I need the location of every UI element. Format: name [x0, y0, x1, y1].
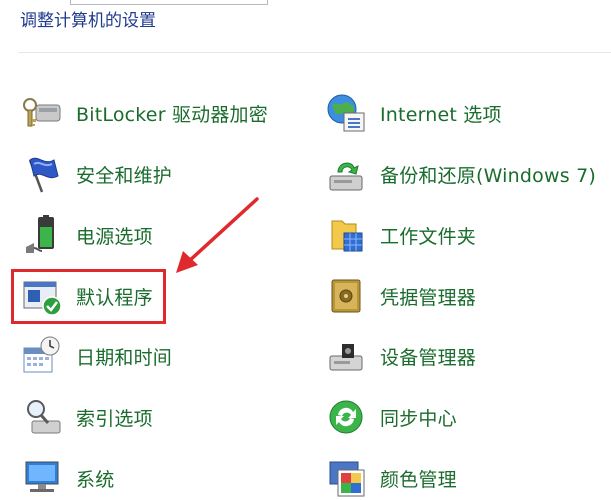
- item-label: 默认程序: [76, 286, 153, 309]
- sync-center-icon: [324, 395, 368, 439]
- search-box-edge: [70, 0, 268, 5]
- indexing-icon: [20, 395, 64, 439]
- control-panel-item-credential-manager[interactable]: 凭据管理器: [324, 274, 476, 318]
- item-label: 工作文件夹: [380, 225, 477, 248]
- power-options-icon: [20, 213, 64, 257]
- work-folders-icon: [324, 213, 368, 257]
- system-icon: [20, 456, 64, 500]
- control-panel-item-system[interactable]: 系统: [20, 456, 114, 500]
- control-panel-item-date-time[interactable]: 日期和时间: [20, 334, 172, 378]
- internet-options-icon: [324, 91, 368, 135]
- date-time-icon: [20, 334, 64, 378]
- control-panel-item-power[interactable]: 电源选项: [20, 213, 153, 257]
- control-panel-item-bitlocker[interactable]: BitLocker 驱动器加密: [20, 91, 268, 135]
- color-management-icon: [324, 456, 368, 500]
- page-title: 调整计算机的设置: [20, 11, 156, 31]
- control-panel-item-internet-options[interactable]: Internet 选项: [324, 91, 502, 135]
- control-panel-item-device-manager[interactable]: 设备管理器: [324, 334, 476, 378]
- item-label: 设备管理器: [380, 346, 477, 369]
- bitlocker-icon: [20, 91, 64, 135]
- header-divider: [18, 52, 611, 53]
- backup-restore-icon: [324, 152, 368, 196]
- item-label: BitLocker 驱动器加密: [76, 103, 268, 126]
- credential-manager-icon: [324, 274, 368, 318]
- item-label: 索引选项: [76, 407, 153, 430]
- item-label: 日期和时间: [76, 346, 173, 369]
- control-panel-item-work-folders[interactable]: 工作文件夹: [324, 213, 476, 257]
- item-label: 同步中心: [380, 407, 457, 430]
- control-panel-item-color-management[interactable]: 颜色管理: [324, 456, 457, 500]
- item-label: Internet 选项: [380, 103, 502, 126]
- item-label: 凭据管理器: [380, 286, 477, 309]
- control-panel-item-backup-restore[interactable]: 备份和还原(Windows 7): [324, 152, 596, 196]
- item-label: 备份和还原(Windows 7): [380, 164, 596, 187]
- device-manager-icon: [324, 334, 368, 378]
- control-panel-item-security[interactable]: 安全和维护: [20, 152, 172, 196]
- security-flag-icon: [20, 152, 64, 196]
- item-label: 系统: [76, 468, 115, 491]
- item-label: 颜色管理: [380, 468, 457, 491]
- control-panel-item-sync-center[interactable]: 同步中心: [324, 395, 457, 439]
- item-label: 安全和维护: [76, 164, 173, 187]
- item-label: 电源选项: [76, 225, 153, 248]
- default-programs-icon: [20, 274, 64, 318]
- control-panel-item-default-programs[interactable]: 默认程序: [20, 274, 153, 318]
- control-panel-item-indexing[interactable]: 索引选项: [20, 395, 153, 439]
